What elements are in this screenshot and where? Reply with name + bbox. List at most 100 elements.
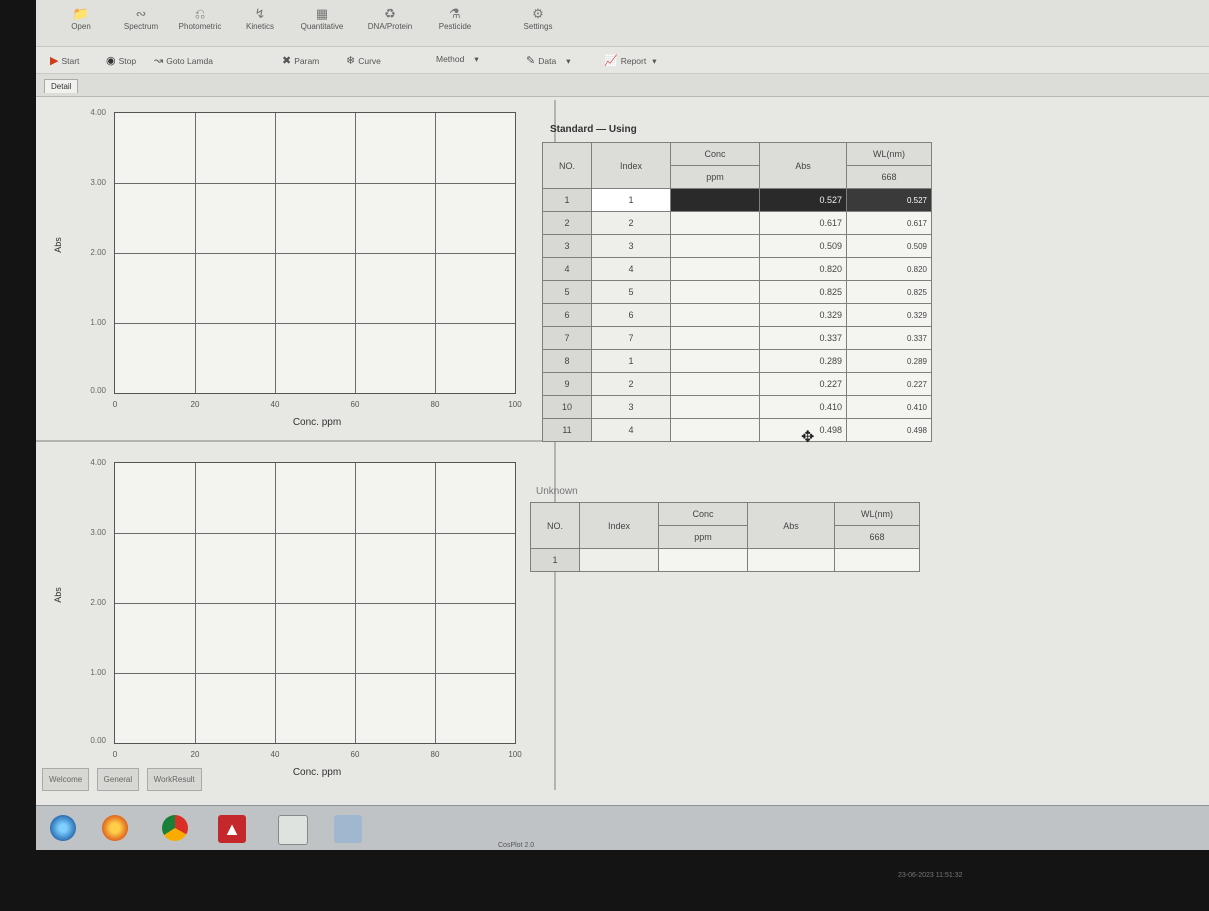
- cell-abs[interactable]: 0.289: [759, 349, 847, 373]
- cell-conc[interactable]: [670, 303, 760, 327]
- header-wl[interactable]: WL(nm): [846, 142, 932, 166]
- cell-conc[interactable]: [670, 211, 760, 235]
- app-red-icon[interactable]: ▲: [218, 815, 246, 843]
- ribbon-dna-protein-button[interactable]: ♻ DNA/Protein: [358, 6, 422, 31]
- cell-wl[interactable]: 0.527: [846, 188, 932, 212]
- curve-button[interactable]: ❄ Curve: [346, 54, 381, 67]
- header-no[interactable]: NO.: [542, 142, 592, 189]
- header-wl[interactable]: WL(nm): [834, 502, 920, 526]
- cell-index[interactable]: 2: [591, 211, 671, 235]
- header-conc[interactable]: Conc: [658, 502, 748, 526]
- cell-conc[interactable]: [658, 548, 748, 572]
- tab-general[interactable]: General: [96, 768, 140, 791]
- cell-index[interactable]: [579, 548, 659, 572]
- table-row[interactable]: 9 2 0.227 0.227: [542, 372, 932, 396]
- cell-index[interactable]: 1: [591, 349, 671, 373]
- table-row[interactable]: 10 3 0.410 0.410: [542, 395, 932, 419]
- data-dropdown[interactable]: ✎ Data ▾: [526, 54, 570, 67]
- cell-conc[interactable]: [670, 280, 760, 304]
- goto-lamda-button[interactable]: ↝ Goto Lamda: [154, 54, 213, 67]
- cell-index[interactable]: 3: [591, 234, 671, 258]
- cell-wl[interactable]: [834, 548, 920, 572]
- table-row[interactable]: 5 5 0.825 0.825: [542, 280, 932, 304]
- header-abs[interactable]: Abs: [759, 142, 847, 189]
- table-row[interactable]: 11 4 0.498 0.498: [542, 418, 932, 442]
- table-row[interactable]: 3 3 0.509 0.509: [542, 234, 932, 258]
- cell-index[interactable]: 4: [591, 418, 671, 442]
- param-button[interactable]: ✖ Param: [282, 54, 319, 67]
- cell-index[interactable]: 4: [591, 257, 671, 281]
- cell-wl[interactable]: 0.289: [846, 349, 932, 373]
- windows-start-icon[interactable]: [50, 815, 76, 841]
- cell-abs[interactable]: 0.337: [759, 326, 847, 350]
- cell-no[interactable]: 4: [542, 257, 592, 281]
- ribbon-settings-button[interactable]: ⚙ Settings: [510, 6, 566, 31]
- ribbon-photometric-button[interactable]: ⎌ Photometric: [170, 6, 230, 31]
- plot-area[interactable]: [114, 462, 516, 744]
- cell-wl[interactable]: 0.509: [846, 234, 932, 258]
- cell-no[interactable]: 1: [530, 548, 580, 572]
- plot-area[interactable]: [114, 112, 516, 394]
- tab-detail[interactable]: Detail: [44, 79, 79, 93]
- cell-conc[interactable]: [670, 349, 760, 373]
- table-row[interactable]: 7 7 0.337 0.337: [542, 326, 932, 350]
- cell-conc[interactable]: [670, 372, 760, 396]
- ribbon-pesticide-button[interactable]: ⚗ Pesticide: [426, 6, 484, 31]
- stop-button[interactable]: ◉ Stop: [106, 54, 136, 67]
- table-row[interactable]: 1: [530, 548, 920, 572]
- cell-no[interactable]: 5: [542, 280, 592, 304]
- cell-conc[interactable]: [670, 257, 760, 281]
- cell-wl[interactable]: 0.410: [846, 395, 932, 419]
- cell-wl[interactable]: 0.329: [846, 303, 932, 327]
- cell-wl[interactable]: 0.498: [846, 418, 932, 442]
- cell-index[interactable]: 7: [591, 326, 671, 350]
- cosplot-app-icon[interactable]: [278, 815, 308, 845]
- cell-index[interactable]: 1: [591, 188, 671, 212]
- ribbon-kinetics-button[interactable]: ↯ Kinetics: [236, 6, 284, 31]
- cell-wl[interactable]: 0.820: [846, 257, 932, 281]
- cell-wl[interactable]: 0.337: [846, 326, 932, 350]
- cell-conc[interactable]: [670, 395, 760, 419]
- cell-index[interactable]: 5: [591, 280, 671, 304]
- horizontal-splitter[interactable]: [36, 440, 552, 442]
- cell-abs[interactable]: 0.825: [759, 280, 847, 304]
- cell-no[interactable]: 7: [542, 326, 592, 350]
- ribbon-spectrum-button[interactable]: ∾ Spectrum: [114, 6, 168, 31]
- tab-welcome[interactable]: Welcome: [42, 768, 90, 791]
- header-index[interactable]: Index: [591, 142, 671, 189]
- cell-abs[interactable]: 0.509: [759, 234, 847, 258]
- report-dropdown[interactable]: 📈 Report ▾: [604, 54, 657, 67]
- ribbon-open-button[interactable]: 📁 Open: [54, 6, 108, 31]
- cell-abs[interactable]: 0.617: [759, 211, 847, 235]
- table-row[interactable]: 2 2 0.617 0.617: [542, 211, 932, 235]
- cell-abs[interactable]: 0.410: [759, 395, 847, 419]
- cell-no[interactable]: 1: [542, 188, 592, 212]
- cell-no[interactable]: 10: [542, 395, 592, 419]
- table-row[interactable]: 8 1 0.289 0.289: [542, 349, 932, 373]
- network-app-icon[interactable]: [334, 815, 362, 843]
- cell-conc[interactable]: [670, 234, 760, 258]
- cell-no[interactable]: 3: [542, 234, 592, 258]
- cell-conc[interactable]: [670, 418, 760, 442]
- tab-workresult[interactable]: WorkResult: [146, 768, 202, 791]
- cell-abs[interactable]: 0.820: [759, 257, 847, 281]
- cell-no[interactable]: 2: [542, 211, 592, 235]
- cell-no[interactable]: 6: [542, 303, 592, 327]
- cell-wl[interactable]: 0.227: [846, 372, 932, 396]
- cell-abs[interactable]: 0.329: [759, 303, 847, 327]
- header-index[interactable]: Index: [579, 502, 659, 549]
- header-no[interactable]: NO.: [530, 502, 580, 549]
- cell-abs[interactable]: 0.527: [759, 188, 847, 212]
- cell-index[interactable]: 3: [591, 395, 671, 419]
- method-dropdown[interactable]: Method ▾: [436, 54, 479, 65]
- cell-conc[interactable]: [670, 188, 760, 212]
- ribbon-quantitative-button[interactable]: ▦ Quantitative: [290, 6, 354, 31]
- header-conc[interactable]: Conc: [670, 142, 760, 166]
- cell-abs[interactable]: 0.227: [759, 372, 847, 396]
- header-abs[interactable]: Abs: [747, 502, 835, 549]
- cell-no[interactable]: 8: [542, 349, 592, 373]
- start-button[interactable]: ▶ Start: [50, 54, 79, 67]
- table-row[interactable]: 4 4 0.820 0.820: [542, 257, 932, 281]
- cell-wl[interactable]: 0.825: [846, 280, 932, 304]
- chrome-icon[interactable]: [162, 815, 188, 841]
